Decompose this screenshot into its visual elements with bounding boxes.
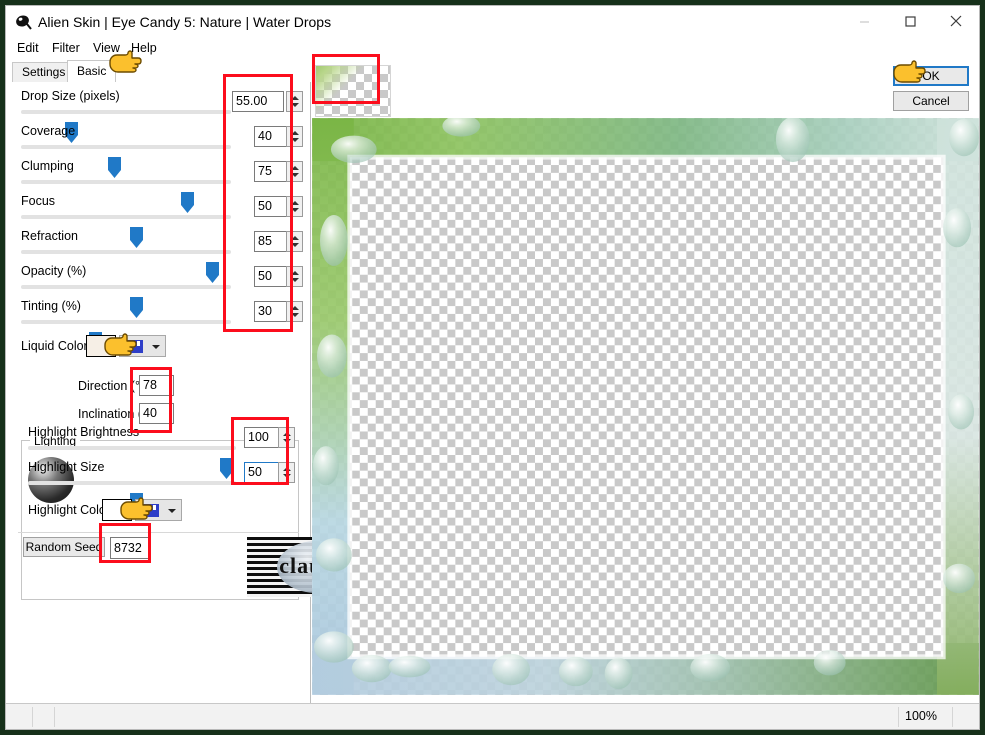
chevron-down-icon xyxy=(168,509,176,513)
param-label: Refraction xyxy=(21,229,78,243)
param-slider-track[interactable] xyxy=(21,250,231,283)
status-bar: 100% xyxy=(6,703,979,729)
cancel-button[interactable]: Cancel xyxy=(893,91,969,111)
param-label: Opacity (%) xyxy=(21,264,87,278)
preview-canvas[interactable] xyxy=(312,118,979,695)
pointing-hand-cursor xyxy=(104,333,137,356)
param-label: Clumping xyxy=(21,159,74,173)
annotation-rect-thumbnail xyxy=(312,54,380,104)
minimize-button[interactable] xyxy=(841,6,887,36)
liquid-color-label: Liquid Color xyxy=(21,339,88,353)
annotation-rect-random-seed xyxy=(99,523,151,563)
highlight-color-label: Highlight Color xyxy=(28,503,110,517)
annotation-rect-highlight xyxy=(231,417,289,485)
chevron-down-icon xyxy=(152,345,160,349)
preview-panel: OK Cancel xyxy=(312,60,979,695)
zoom-level-label: 100% xyxy=(905,709,937,723)
param-label: Highlight Brightness xyxy=(28,425,140,439)
tab-settings[interactable]: Settings xyxy=(12,62,76,82)
thumbnail-strip: OK Cancel xyxy=(312,60,979,142)
random-seed-button[interactable]: Random Seed xyxy=(23,537,105,557)
param-slider-track[interactable] xyxy=(21,110,231,143)
window-title: Alien Skin | Eye Candy 5: Nature | Water… xyxy=(38,14,332,30)
divider xyxy=(18,532,299,533)
param-slider-track[interactable] xyxy=(21,320,231,353)
annotation-rect-lighting-angles xyxy=(130,367,172,433)
annotation-rect-values xyxy=(223,74,293,332)
pointing-hand-cursor xyxy=(893,60,926,83)
menu-item-filter[interactable]: Filter xyxy=(52,41,80,55)
menu-bar: Edit Filter View Help xyxy=(6,38,979,60)
param-slider-track[interactable] xyxy=(21,215,231,248)
alien-skin-logo-icon xyxy=(14,13,32,31)
param-label: Coverage xyxy=(21,124,76,138)
preview-image xyxy=(312,118,979,695)
maximize-button[interactable] xyxy=(887,6,933,36)
menu-item-edit[interactable]: Edit xyxy=(17,41,39,55)
pointing-hand-cursor xyxy=(109,50,142,73)
param-label: Drop Size (pixels) xyxy=(21,89,120,103)
param-slider-track[interactable] xyxy=(21,285,231,318)
param-slider-track[interactable] xyxy=(21,180,231,213)
pointing-hand-cursor xyxy=(120,497,153,520)
param-label: Tinting (%) xyxy=(21,299,81,313)
param-slider-track[interactable] xyxy=(28,446,236,479)
param-slider-track[interactable] xyxy=(21,145,231,178)
plugin-window: Alien Skin | Eye Candy 5: Nature | Water… xyxy=(5,5,980,730)
close-button[interactable] xyxy=(933,6,979,36)
param-slider-track[interactable] xyxy=(28,481,236,514)
title-bar: Alien Skin | Eye Candy 5: Nature | Water… xyxy=(6,6,979,38)
param-label: Highlight Size xyxy=(28,460,105,474)
param-label: Focus xyxy=(21,194,56,208)
